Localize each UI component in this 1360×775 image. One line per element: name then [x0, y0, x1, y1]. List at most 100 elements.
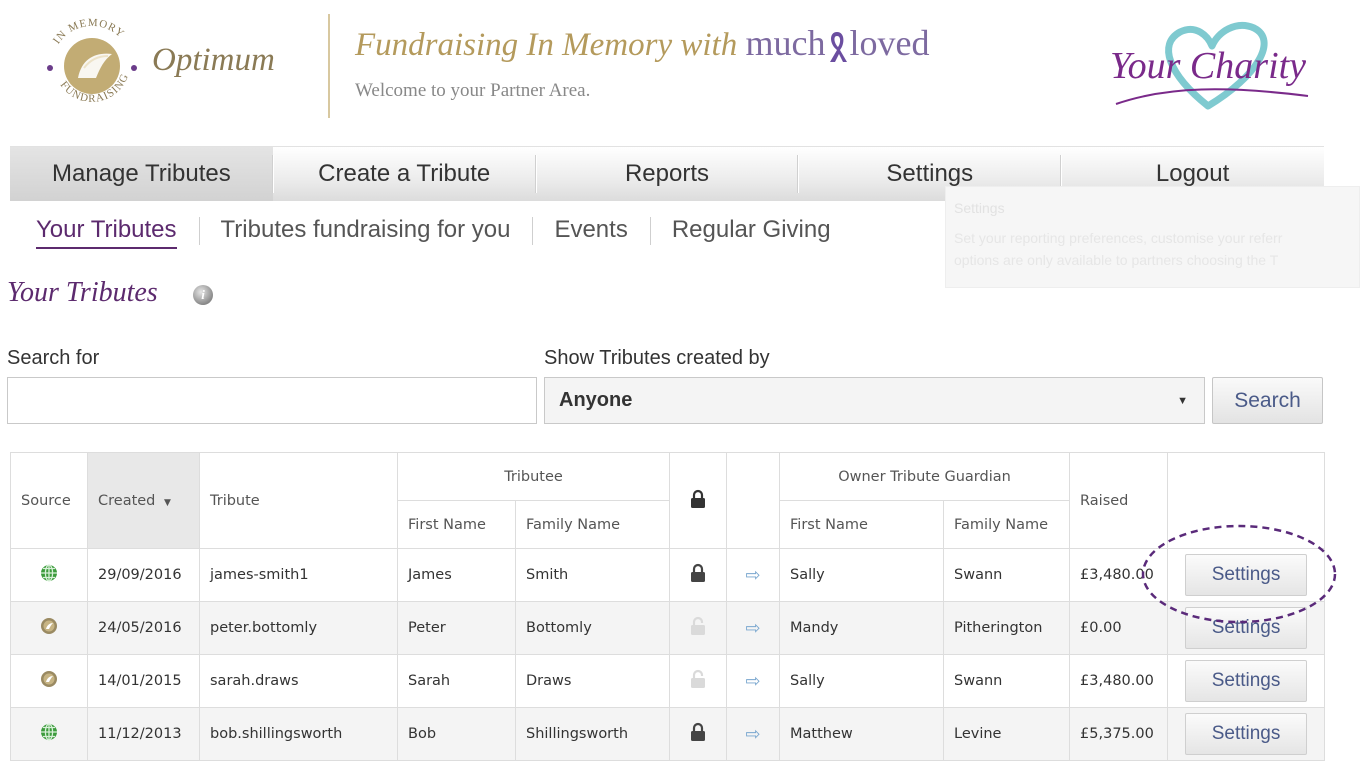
tributee-first-cell: James: [397, 548, 516, 602]
lock-cell[interactable]: [669, 601, 728, 655]
settings-button[interactable]: Settings: [1185, 660, 1308, 702]
subnav-events[interactable]: Events: [532, 213, 649, 247]
source-cell: [10, 548, 88, 602]
brand-much-text: much: [745, 23, 826, 63]
settings-button[interactable]: Settings: [1185, 713, 1308, 755]
table-row: 24/05/2016 peter.bottomly Peter Bottomly…: [10, 601, 1326, 655]
lock-icon: [691, 722, 706, 741]
lock-cell[interactable]: [669, 548, 728, 602]
tributee-family-cell: Bottomly: [515, 601, 671, 655]
tributee-family-cell: Smith: [515, 548, 671, 602]
source-cell: [10, 654, 88, 708]
header-family-name: Family Name: [514, 500, 671, 549]
owner-family-cell: Swann: [943, 548, 1071, 602]
header-tribute: Tribute: [199, 452, 398, 549]
page-title: Your Tributes: [7, 277, 158, 308]
search-button[interactable]: Search: [1212, 377, 1323, 424]
sub-nav: Your Tributes Tributes fundraising for y…: [14, 210, 853, 250]
created-by-value: Anyone: [559, 389, 633, 411]
header-lock: [669, 452, 728, 549]
header-transfer: [726, 452, 781, 549]
created-by-select[interactable]: Anyone ▼: [544, 377, 1205, 424]
transfer-cell[interactable]: ⇨: [726, 601, 781, 655]
subnav-regular-giving[interactable]: Regular Giving: [649, 213, 853, 247]
tribute-cell[interactable]: sarah.draws: [199, 654, 398, 708]
raised-cell: £5,375.00: [1069, 707, 1169, 761]
owner-first-cell: Sally: [779, 654, 945, 708]
header-created[interactable]: Created ▼: [87, 452, 200, 549]
header-source: Source: [10, 452, 88, 549]
header-owner: Owner Tribute Guardian: [779, 452, 1071, 501]
unlock-icon: [691, 616, 706, 635]
tributee-family-cell: Draws: [515, 654, 671, 708]
tooltip-line-2: options are only available to partners c…: [954, 252, 1279, 268]
tributee-family-cell: Shillingsworth: [515, 707, 671, 761]
much-loved-brand: much loved: [745, 23, 929, 63]
sort-caret-icon: ▼: [164, 497, 171, 508]
created-cell: 11/12/2013: [87, 707, 200, 761]
header-title-prefix: Fundraising In Memory with: [355, 27, 738, 63]
tributes-table: Source Created ▼ Tribute Tributee Owner …: [10, 452, 1326, 761]
site-header: IN MEMORY FUNDRAISING Optimum Fundraisin…: [0, 0, 1360, 140]
transfer-arrow-icon: ⇨: [745, 617, 761, 639]
highlight-ellipse: [1141, 524, 1337, 624]
transfer-arrow-icon: ⇨: [745, 723, 761, 745]
table-row: 14/01/2015 sarah.draws Sarah Draws ⇨ Sal…: [10, 654, 1326, 708]
source-cell: [10, 601, 88, 655]
header-owner-family-name: Family Name: [943, 500, 1071, 549]
unlock-icon: [691, 669, 706, 688]
lock-icon: [691, 563, 706, 582]
created-cell: 14/01/2015: [87, 654, 200, 708]
transfer-arrow-icon: ⇨: [745, 564, 761, 586]
transfer-cell[interactable]: ⇨: [726, 548, 781, 602]
header-tributee: Tributee: [396, 452, 671, 501]
globe-icon: [41, 723, 57, 741]
table-row: 11/12/2013 bob.shillingsworth Bob Shilli…: [10, 707, 1326, 761]
transfer-arrow-icon: ⇨: [745, 670, 761, 692]
info-icon[interactable]: i: [193, 285, 213, 305]
tributee-first-cell: Bob: [397, 707, 516, 761]
lock-cell[interactable]: [669, 707, 728, 761]
tributee-first-cell: Peter: [397, 601, 516, 655]
purple-ribbon-icon: [830, 31, 848, 62]
subnav-your-tributes[interactable]: Your Tributes: [14, 213, 199, 249]
table-row: 29/09/2016 james-smith1 James Smith ⇨ Sa…: [10, 548, 1326, 602]
svg-text:Your Charity: Your Charity: [1110, 45, 1306, 87]
header-first-name: First Name: [397, 500, 516, 549]
source-cell: [10, 707, 88, 761]
tributee-first-cell: Sarah: [397, 654, 516, 708]
created-cell: 24/05/2016: [87, 601, 200, 655]
search-input[interactable]: [7, 377, 537, 424]
created-by-label: Show Tributes created by: [544, 347, 770, 369]
raised-cell: £3,480.00: [1069, 654, 1169, 708]
created-cell: 29/09/2016: [87, 548, 200, 602]
nav-create-tribute[interactable]: Create a Tribute: [272, 147, 536, 201]
tribute-cell[interactable]: peter.bottomly: [199, 601, 398, 655]
in-memory-fundraising-seal-logo: IN MEMORY FUNDRAISING: [47, 17, 137, 105]
actions-cell: Settings: [1167, 707, 1326, 761]
owner-family-cell: Levine: [943, 707, 1071, 761]
tribute-cell[interactable]: bob.shillingsworth: [199, 707, 398, 761]
your-charity-logo: Your Charity: [1110, 21, 1309, 110]
header-created-label: Created: [98, 492, 156, 509]
lock-cell[interactable]: [669, 654, 728, 708]
header-title: Fundraising In Memory with much loved: [355, 22, 929, 64]
subnav-your-tributes-label: Your Tributes: [36, 216, 177, 249]
owner-family-cell: Swann: [943, 654, 1071, 708]
transfer-cell[interactable]: ⇨: [726, 654, 781, 708]
tribute-cell[interactable]: james-smith1: [199, 548, 398, 602]
lock-icon: [691, 489, 706, 508]
optimum-logo-text: Optimum: [152, 42, 275, 78]
seal-icon: [41, 671, 57, 687]
owner-first-cell: Mandy: [779, 601, 945, 655]
tooltip-title: Settings: [954, 200, 1005, 216]
nav-reports[interactable]: Reports: [535, 147, 799, 201]
chevron-down-icon: ▼: [1177, 394, 1188, 407]
brand-loved-text: loved: [849, 23, 930, 63]
subnav-tributes-fundraising[interactable]: Tributes fundraising for you: [198, 213, 533, 247]
owner-first-cell: Matthew: [779, 707, 945, 761]
transfer-cell[interactable]: ⇨: [726, 707, 781, 761]
nav-manage-tributes[interactable]: Manage Tributes: [10, 147, 273, 201]
globe-icon: [41, 564, 57, 582]
header-divider: [328, 14, 330, 118]
